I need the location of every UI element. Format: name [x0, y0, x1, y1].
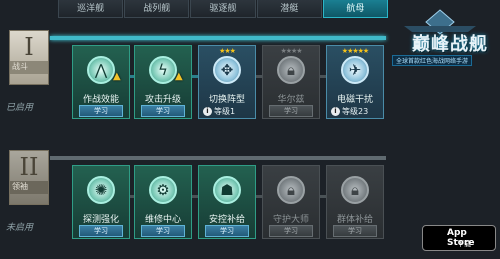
skill-card-switch-formation[interactable]: ★★★ ✥ 切换阵型 i 等级1: [198, 45, 256, 119]
app-store-badge[interactable]: App Store 下载: [422, 225, 496, 251]
chevron-up-icon: ⋀: [87, 56, 115, 84]
tier-status: 已启用: [6, 103, 34, 113]
tier-label: 战斗: [10, 61, 48, 74]
tier-header: II 领袖 未启用: [2, 150, 56, 234]
learn-button[interactable]: 学习: [205, 225, 249, 237]
skill-name: 维修中心: [144, 215, 181, 225]
tab-carrier[interactable]: 航母: [322, 0, 389, 18]
info-icon[interactable]: i: [331, 106, 340, 116]
tier-badge: II 领袖: [9, 150, 49, 205]
skill-name: 华尔兹: [277, 95, 305, 105]
tier-label: 领袖: [10, 181, 48, 194]
lock-icon: 🔒︎: [277, 176, 305, 204]
star-rating: ★★★: [219, 47, 236, 55]
learn-button[interactable]: 学习: [79, 105, 123, 117]
lock-icon: 🔒︎: [341, 176, 369, 204]
tier-rail: [50, 156, 386, 160]
download-label: 下载: [457, 240, 471, 248]
move-arrows-icon: ✥: [213, 56, 241, 84]
skill-level: i 等级23: [331, 105, 381, 117]
info-icon[interactable]: i: [203, 106, 212, 116]
skill-card-emp-jamming[interactable]: ★★★★★ ✈ 电磁干扰 i 等级23: [326, 45, 384, 119]
tier-badge: I 战斗: [9, 30, 49, 85]
skill-name: 安控补给: [208, 215, 245, 225]
tier-rail: [50, 36, 386, 40]
skill-name: 作战效能: [82, 95, 119, 105]
skill-card-repair-center[interactable]: ⚙ 维修中心 学习: [134, 165, 192, 239]
tier-numeral: II: [19, 153, 39, 181]
tab-submarine[interactable]: 潜艇: [256, 0, 322, 18]
learn-button[interactable]: 学习: [141, 225, 185, 237]
learn-button[interactable]: 学习: [141, 105, 185, 117]
skill-name: 电磁干扰: [336, 95, 373, 105]
skill-name: 守护大师: [272, 215, 309, 225]
gear-icon: ⚙: [149, 176, 177, 204]
star-rating: ★★★★: [280, 47, 302, 55]
tier-header: I 战斗 已启用: [2, 30, 56, 114]
skill-card-combat-efficiency[interactable]: ⋀ ▲ 作战效能 学习: [72, 45, 130, 119]
skill-card-guardian-master[interactable]: 🔒︎ 守护大师 学习: [262, 165, 320, 239]
skill-level-text: 等级23: [342, 106, 369, 116]
learn-button[interactable]: 学习: [269, 225, 313, 237]
skill-level-text: 等级1: [214, 106, 236, 116]
upgrade-arrow-icon: ▲: [113, 71, 121, 82]
tier-numeral: I: [24, 33, 34, 61]
skill-card-waltz[interactable]: ★★★★ 🔒︎ 华尔兹 学习: [262, 45, 320, 119]
emp-missile-icon: ✈: [341, 56, 369, 84]
skill-name: 攻击升级: [144, 95, 181, 105]
learn-button[interactable]: 学习: [333, 225, 377, 237]
skill-name: 群体补给: [336, 215, 373, 225]
tab-cruiser[interactable]: 巡洋舰: [58, 0, 124, 18]
learn-button[interactable]: 学习: [79, 225, 123, 237]
tier-status: 未启用: [6, 223, 34, 233]
supply-bag-icon: ☗: [213, 176, 241, 204]
skill-card-attack-upgrade[interactable]: ϟ ▲ 攻击升级 学习: [134, 45, 192, 119]
radar-icon: ✺: [87, 176, 115, 204]
app-store-label: App Store: [447, 228, 475, 248]
lock-icon: 🔒︎: [277, 56, 305, 84]
tab-battleship[interactable]: 战列舰: [124, 0, 190, 18]
learn-button[interactable]: 学习: [269, 105, 313, 117]
skill-card-group-supply[interactable]: 🔒︎ 群体补给 学习: [326, 165, 384, 239]
skill-level: i 等级1: [203, 105, 253, 117]
skill-name: 探测强化: [82, 215, 119, 225]
skill-card-detection-boost[interactable]: ✺ 探测强化 学习: [72, 165, 130, 239]
ship-type-tabs: 巡洋舰 战列舰 驱逐舰 潜艇 航母: [58, 0, 389, 20]
skill-tier-1: I 战斗 已启用 ⋀ ▲ 作战效能 学习 ϟ ▲ 攻击升级 学习 ★★★ ✥ 切…: [0, 20, 500, 140]
lightning-icon: ϟ: [149, 56, 177, 84]
skill-card-security-supply[interactable]: ☗ 安控补给 学习: [198, 165, 256, 239]
skill-name: 切换阵型: [208, 95, 245, 105]
tab-destroyer[interactable]: 驱逐舰: [190, 0, 256, 18]
star-rating: ★★★★★: [341, 47, 369, 55]
upgrade-arrow-icon: ▲: [175, 71, 183, 82]
